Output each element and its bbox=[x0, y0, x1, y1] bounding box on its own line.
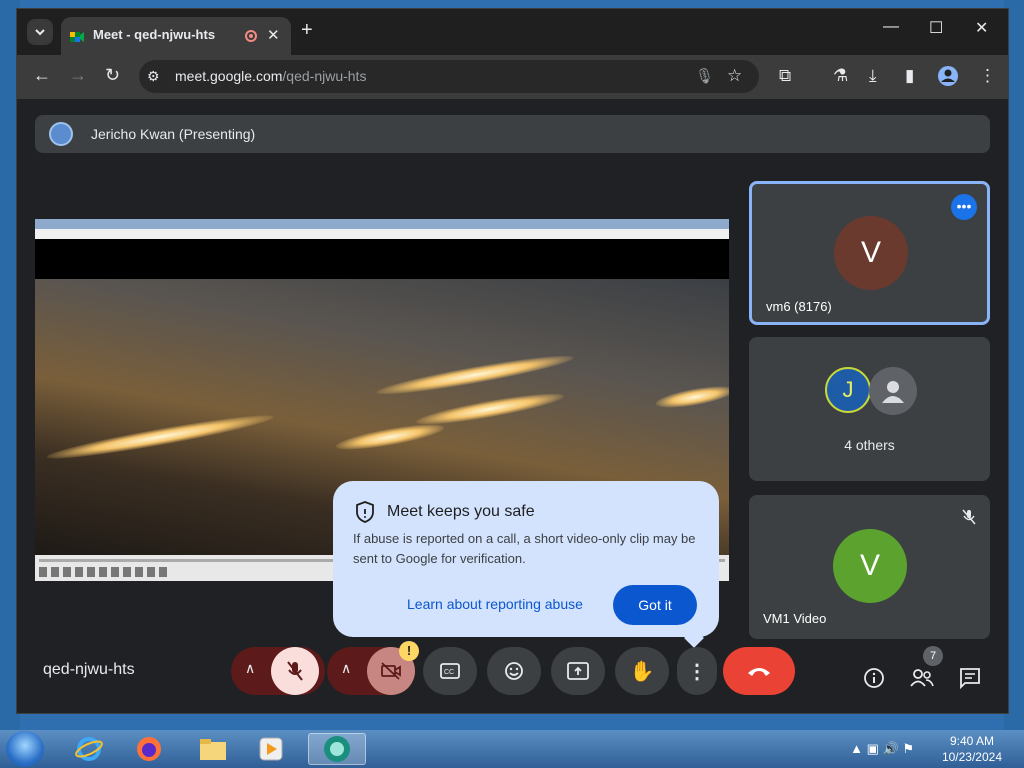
meet-favicon-icon bbox=[70, 32, 84, 42]
participant-name: VM1 Video bbox=[763, 611, 827, 626]
camera-warning-badge: ! bbox=[399, 641, 419, 661]
more-vertical-icon: ⋮ bbox=[687, 660, 707, 683]
mic-off-icon bbox=[962, 509, 976, 530]
site-settings-icon[interactable]: ⚙ bbox=[147, 68, 160, 85]
address-bar[interactable]: ⚙ meet.google.com/qed-njwu-hts 🎙 ☆ bbox=[139, 60, 759, 93]
side-panel-icon[interactable]: ▮ bbox=[905, 66, 914, 86]
meeting-details-icon[interactable] bbox=[863, 667, 885, 689]
internet-explorer-icon[interactable] bbox=[70, 733, 108, 765]
closed-captions-icon: CC bbox=[440, 663, 460, 679]
clock-date: 10/23/2024 bbox=[941, 750, 1002, 764]
chat-icon[interactable] bbox=[959, 667, 981, 689]
avatar: J bbox=[825, 367, 871, 413]
start-button[interactable] bbox=[6, 731, 44, 767]
extensions-icon[interactable]: ⧉ bbox=[779, 66, 791, 86]
mic-control-group: ∧ bbox=[231, 647, 325, 695]
participant-name: vm6 (8176) bbox=[766, 299, 832, 314]
meet-app-taskbar-icon[interactable] bbox=[308, 733, 366, 765]
firefox-icon[interactable] bbox=[130, 733, 168, 765]
microphone-indicator-icon[interactable]: 🎙 bbox=[695, 67, 714, 85]
people-icon[interactable] bbox=[909, 667, 935, 689]
got-it-button[interactable]: Got it bbox=[613, 585, 697, 625]
participant-count-badge: 7 bbox=[923, 646, 943, 666]
recording-indicator-icon bbox=[245, 30, 257, 42]
svg-text:CC: CC bbox=[444, 669, 454, 676]
tab-strip: Meet - qed-njwu-hts ✕ + — ☐ ✕ bbox=[17, 9, 1008, 55]
forward-icon[interactable]: → bbox=[69, 65, 87, 86]
file-explorer-icon[interactable] bbox=[194, 733, 232, 765]
download-icon[interactable]: ⤓ bbox=[869, 66, 877, 86]
person-icon bbox=[882, 381, 904, 403]
more-options-button[interactable]: ⋮ bbox=[677, 647, 717, 695]
presenter-name: Jericho Kwan (Presenting) bbox=[91, 126, 256, 142]
avatar: V bbox=[834, 216, 908, 290]
presenter-avatar bbox=[49, 122, 73, 146]
hang-up-icon bbox=[748, 668, 770, 676]
mic-off-icon bbox=[287, 661, 303, 681]
browser-window: Meet - qed-njwu-hts ✕ + — ☐ ✕ ← → ↻ ⚙ me… bbox=[16, 8, 1009, 714]
tab-close-button[interactable]: ✕ bbox=[267, 26, 280, 44]
learn-reporting-abuse-link[interactable]: Learn about reporting abuse bbox=[407, 596, 583, 612]
mic-options-chevron-icon[interactable]: ∧ bbox=[245, 660, 255, 677]
participant-tile-others[interactable]: J 4 others bbox=[749, 337, 990, 481]
participant-tile-vm1[interactable]: V VM1 Video bbox=[749, 495, 990, 639]
avatar: V bbox=[833, 529, 907, 603]
presenter-bar: Jericho Kwan (Presenting) bbox=[35, 115, 990, 153]
shield-icon bbox=[356, 501, 374, 523]
safety-info-popup: Meet keeps you safe If abuse is reported… bbox=[333, 481, 719, 637]
url-text: meet.google.com/qed-njwu-hts bbox=[175, 68, 367, 84]
captions-button[interactable]: CC bbox=[423, 647, 477, 695]
popup-title: Meet keeps you safe bbox=[387, 503, 535, 520]
tab-title: Meet - qed-njwu-hts bbox=[93, 27, 216, 42]
meet-content: Jericho Kwan (Presenting) V vm6 (8176) •… bbox=[17, 99, 1008, 713]
labs-flask-icon[interactable]: ⚗ bbox=[833, 66, 848, 86]
present-screen-button[interactable] bbox=[551, 647, 605, 695]
maximize-button[interactable]: ☐ bbox=[929, 18, 943, 38]
chevron-down-icon bbox=[35, 29, 45, 36]
avatar-placeholder bbox=[869, 367, 917, 415]
raise-hand-button[interactable]: ✋ bbox=[615, 647, 669, 695]
media-player-icon[interactable] bbox=[252, 733, 290, 765]
meeting-code: qed-njwu-hts bbox=[43, 661, 135, 678]
hand-icon: ✋ bbox=[629, 660, 655, 683]
bookmark-star-icon[interactable]: ☆ bbox=[727, 66, 742, 86]
others-count-label: 4 others bbox=[844, 437, 895, 453]
presented-window-menubar bbox=[35, 229, 729, 239]
popup-body: If abuse is reported on a call, a short … bbox=[353, 531, 696, 566]
leave-call-button[interactable] bbox=[723, 647, 795, 695]
emoji-icon bbox=[505, 662, 523, 680]
system-clock[interactable]: 9:40 AM 10/23/2024 bbox=[942, 733, 1002, 765]
reload-icon[interactable]: ↻ bbox=[105, 65, 120, 86]
participant-tile-vm6[interactable]: V vm6 (8176) ••• bbox=[749, 181, 990, 325]
profile-avatar-icon[interactable] bbox=[937, 65, 959, 87]
minimize-button[interactable]: — bbox=[883, 18, 899, 36]
clock-time: 9:40 AM bbox=[949, 734, 994, 748]
back-icon[interactable]: ← bbox=[33, 65, 51, 86]
browser-toolbar: ← → ↻ ⚙ meet.google.com/qed-njwu-hts 🎙 ☆… bbox=[17, 55, 1008, 99]
close-window-button[interactable]: ✕ bbox=[975, 18, 988, 38]
browser-menu-icon[interactable]: ⋮ bbox=[979, 66, 996, 86]
tab-meet[interactable]: Meet - qed-njwu-hts ✕ bbox=[61, 17, 291, 55]
more-options-button[interactable]: ••• bbox=[951, 194, 977, 220]
windows-taskbar: ▲ ▣ 🔊 ⚑ 9:40 AM 10/23/2024 bbox=[0, 730, 1024, 768]
microphone-toggle-button[interactable] bbox=[271, 647, 319, 695]
presented-window-titlebar bbox=[35, 219, 729, 229]
system-tray-icons[interactable]: ▲ ▣ 🔊 ⚑ bbox=[850, 741, 914, 757]
camera-off-icon bbox=[381, 662, 401, 680]
reactions-button[interactable] bbox=[487, 647, 541, 695]
tab-search-button[interactable] bbox=[27, 19, 53, 45]
present-screen-icon bbox=[567, 662, 589, 680]
camera-options-chevron-icon[interactable]: ∧ bbox=[341, 660, 351, 677]
new-tab-button[interactable]: + bbox=[301, 19, 313, 42]
